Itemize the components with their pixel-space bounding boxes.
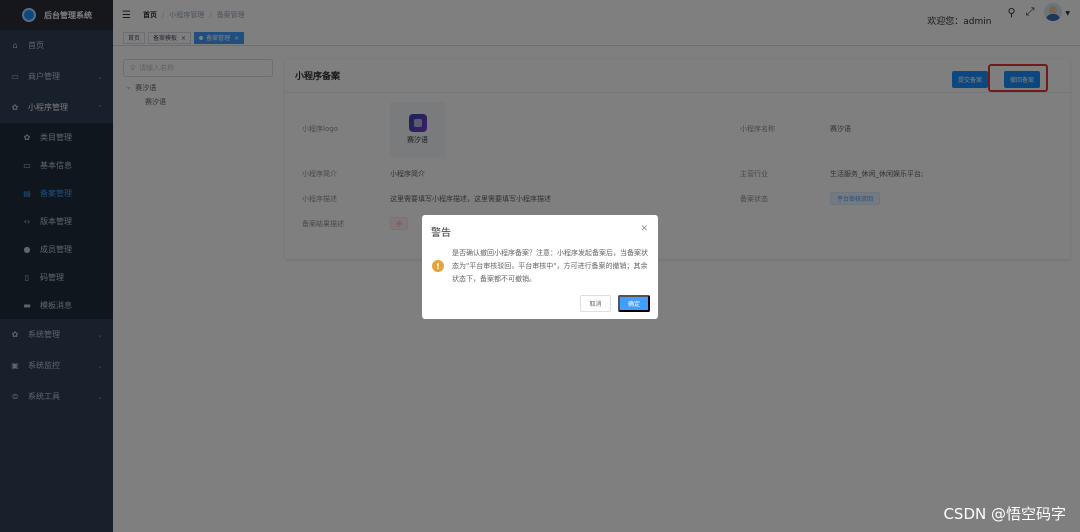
warning-icon: ! [432, 260, 444, 272]
cancel-button[interactable]: 取消 [580, 295, 611, 312]
dialog-message: 是否确认撤回小程序备案？注意：小程序发起备案后，当备案状态为"平台审核驳回，平台… [452, 249, 648, 283]
watermark: CSDN @悟空码字 [943, 505, 1066, 523]
close-icon[interactable]: ✕ [640, 224, 648, 234]
confirm-button[interactable]: 确定 [618, 295, 650, 312]
confirm-dialog: 警告 ✕ ! 是否确认撤回小程序备案？注意：小程序发起备案后，当备案状态为"平台… [422, 215, 658, 319]
dialog-title: 警告 [431, 228, 451, 239]
